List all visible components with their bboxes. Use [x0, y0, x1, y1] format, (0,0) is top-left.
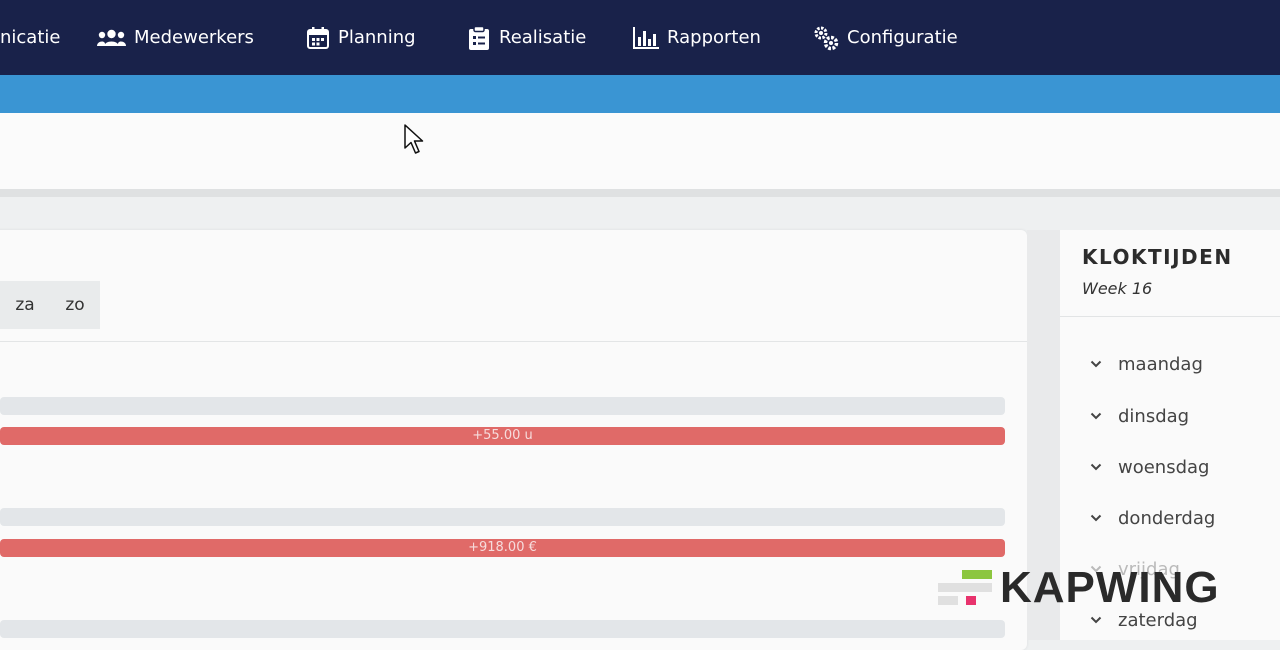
day-tabs: za zo: [0, 281, 100, 329]
nav-label: nicatie: [0, 27, 61, 48]
chevron-down-icon: [1090, 616, 1102, 624]
gears-icon: [813, 25, 839, 51]
progress-track: [0, 620, 1005, 638]
chevron-down-icon: [1090, 360, 1102, 368]
bar-chart-icon: [633, 26, 659, 49]
day-item-maandag[interactable]: maandag: [1090, 352, 1203, 376]
day-item-woensdag[interactable]: woensdag: [1090, 455, 1209, 479]
chevron-down-icon: [1090, 463, 1102, 471]
nav-label: Rapporten: [667, 27, 761, 48]
chevron-down-icon: [1090, 412, 1102, 420]
day-label: maandag: [1118, 353, 1203, 375]
cost-overrun-bar: +918.00 €: [0, 539, 1005, 557]
nav-label: Configuratie: [847, 27, 958, 48]
nav-item-medewerkers[interactable]: Medewerkers: [97, 0, 254, 75]
progress-track: [0, 508, 1005, 526]
tab-zo[interactable]: zo: [50, 295, 100, 315]
nav-item-communicatie[interactable]: nicatie: [0, 0, 60, 75]
day-label: donderdag: [1118, 507, 1216, 529]
watermark-text: KAPWING: [1000, 563, 1220, 612]
hours-overrun-bar: +55.00 u: [0, 427, 1005, 445]
progress-track: [0, 397, 1005, 415]
nav-item-rapporten[interactable]: Rapporten: [633, 0, 761, 75]
calendar-icon: [306, 26, 330, 49]
nav-label: Planning: [338, 27, 416, 48]
panel-title: KLOKTIJDEN: [1082, 245, 1233, 269]
nav-label: Medewerkers: [134, 27, 254, 48]
nav-item-planning[interactable]: Planning: [306, 0, 416, 75]
day-item-dinsdag[interactable]: dinsdag: [1090, 404, 1189, 428]
section-divider: [0, 189, 1280, 197]
card-divider: [0, 341, 1027, 342]
clipboard-icon: [467, 25, 491, 50]
users-icon: [97, 29, 126, 47]
main-card: za zo +55.00 u +918.00 €: [0, 230, 1027, 650]
kapwing-watermark: KAPWING: [938, 563, 1220, 612]
panel-subtitle: Week 16: [1082, 279, 1153, 298]
nav-item-configuratie[interactable]: Configuratie: [813, 0, 958, 75]
top-navigation: nicatie Medewerkers Planning Realisatie …: [0, 0, 1280, 75]
mouse-cursor-icon: [404, 124, 424, 154]
chevron-down-icon: [1090, 514, 1102, 522]
nav-label: Realisatie: [499, 27, 587, 48]
sub-header-bar: [0, 75, 1280, 113]
page-header-area: [0, 113, 1280, 189]
day-label: woensdag: [1118, 456, 1210, 478]
kapwing-logo-icon: [938, 570, 992, 605]
nav-item-realisatie[interactable]: Realisatie: [467, 0, 586, 75]
day-label: dinsdag: [1118, 405, 1190, 427]
panel-divider: [1060, 316, 1280, 317]
day-item-donderdag[interactable]: donderdag: [1090, 506, 1215, 530]
tab-za[interactable]: za: [0, 295, 50, 315]
